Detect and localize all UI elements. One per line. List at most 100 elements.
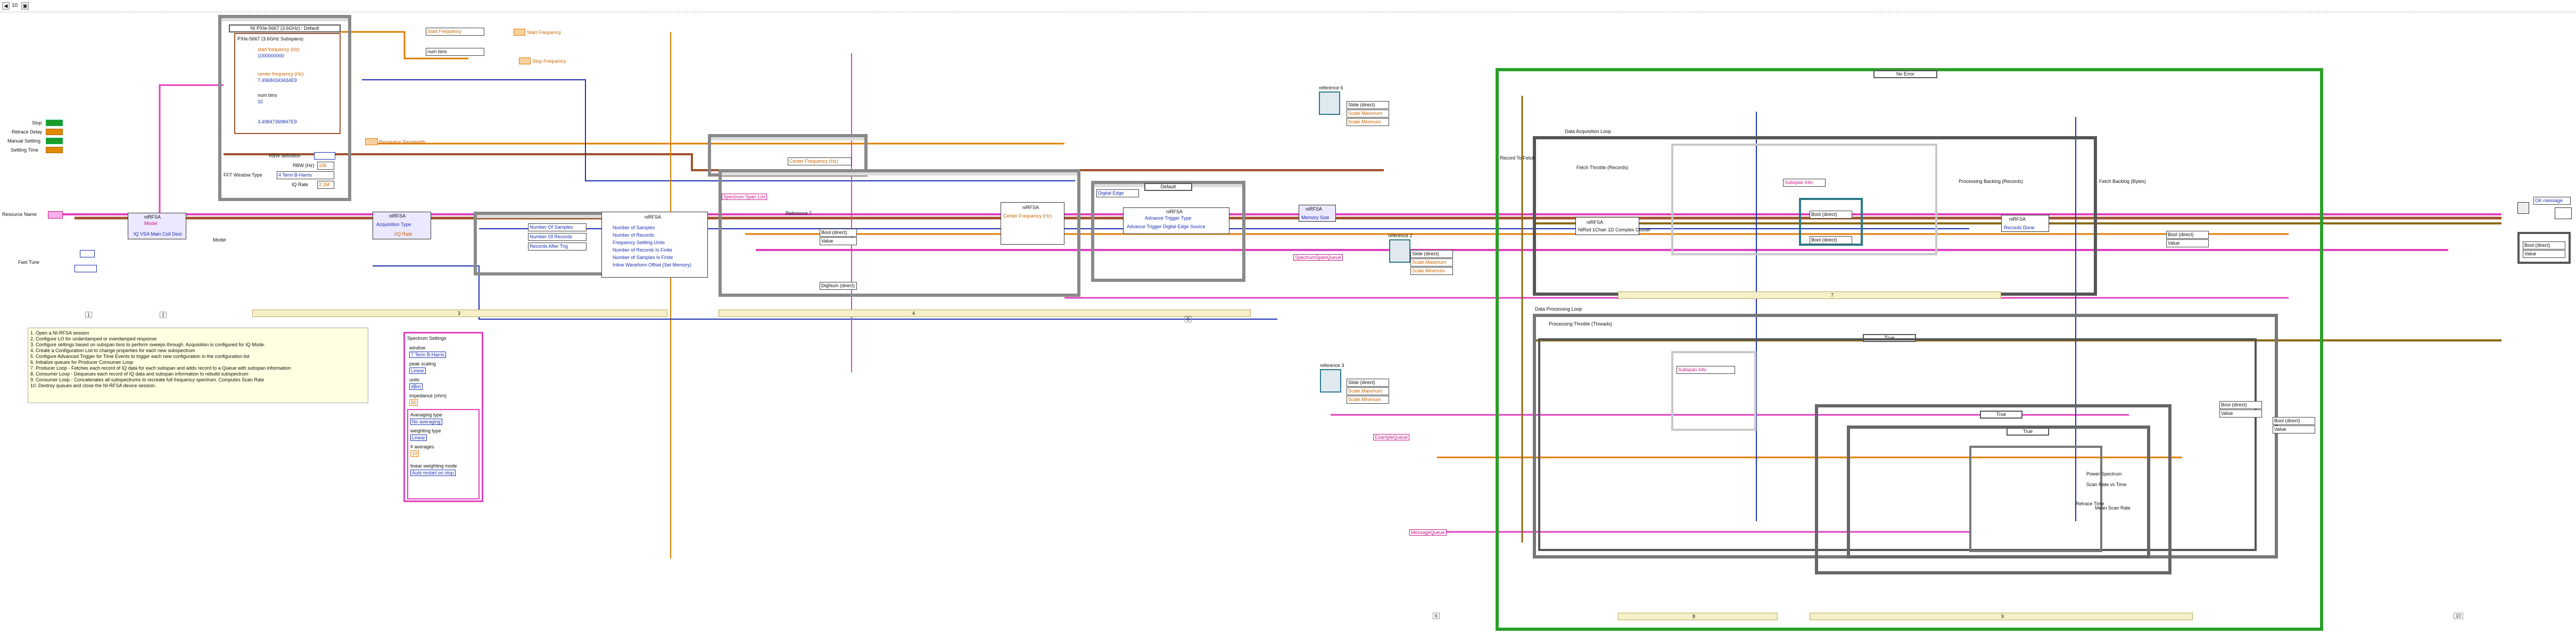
records-done-vi[interactable]: niRFSA Records Done bbox=[2001, 215, 2049, 232]
acquisition-vi[interactable]: niRFSA Acquisition Type I/Q Rate bbox=[373, 212, 431, 239]
slide-direct-2: Slide (direct) bbox=[1410, 250, 1453, 258]
mean-scan-rate-label: Mean Scan Rate bbox=[2095, 505, 2131, 511]
property-row-3: 7.49684343434E9 bbox=[258, 78, 297, 83]
frame-num-8: 8 bbox=[1692, 614, 1696, 619]
spectrum-settings-title: Spectrum Settings bbox=[407, 336, 447, 341]
bool-direct-right: Bool (direct) bbox=[2166, 231, 2209, 239]
power-spectrum-label: Power Spectrum bbox=[2086, 471, 2122, 477]
rbw-definition-control[interactable] bbox=[314, 152, 335, 160]
property-row-6: 3.49847369847E9 bbox=[258, 119, 297, 124]
advance-trigger-type: Advance Trigger Type bbox=[1145, 215, 1192, 221]
scale-min-3: Scale.Minimum bbox=[1347, 396, 1389, 404]
reference-6-label: reference 6 bbox=[1319, 85, 1343, 90]
reference-3-control[interactable] bbox=[1320, 369, 1341, 393]
ss-row-11[interactable]: Linear bbox=[410, 435, 427, 441]
message-queue[interactable]: MessageQueue bbox=[1409, 529, 1447, 536]
advance-trigger-vi-title: niRFSA bbox=[1166, 209, 1183, 214]
ss-row-2: peak scaling bbox=[409, 361, 436, 366]
note-2: 2. Configure LO for underdamped or overd… bbox=[30, 336, 157, 341]
ss-row-3[interactable]: Linear bbox=[409, 368, 426, 374]
property-row-5: 32 bbox=[258, 99, 263, 104]
bool-direct-1: Bool (direct) bbox=[820, 229, 857, 237]
stop-bool: Bool (direct) bbox=[2523, 241, 2565, 249]
fetch-throttle-label: Fetch Throttle (Records) bbox=[1576, 165, 1629, 170]
rfsa-open-vi-label: niRFSA bbox=[144, 214, 161, 220]
samples-5: Frequency Settling Units bbox=[613, 240, 665, 245]
config-list-vi[interactable]: niRFSA Center Frequency (Hz) bbox=[1001, 202, 1064, 245]
ss-row-15[interactable]: Auto restart on stop bbox=[410, 470, 456, 476]
advance-trigger-vi[interactable]: niRFSA Advance Trigger Type Advance Trig… bbox=[1123, 207, 1229, 234]
spectrum-settings-cluster[interactable]: Spectrum Settings window 7 Term B-Harris… bbox=[403, 332, 483, 502]
ss-row-5[interactable]: dBm bbox=[409, 383, 423, 390]
note-5: 5. Configure Advanced Trigger for Time E… bbox=[30, 354, 250, 359]
scale-min-2: Scale.Minimum bbox=[1410, 267, 1453, 275]
frame-num-1: 1 bbox=[85, 312, 93, 318]
records-done-label: Records Done bbox=[2004, 225, 2035, 230]
fft-window-type-control[interactable]: 4 Term B-Harris bbox=[277, 171, 334, 179]
iq-rate-control[interactable]: 2.1M bbox=[317, 181, 334, 189]
rbw-hz-label: RBW (Hz) bbox=[293, 163, 315, 168]
samples-3: Number of Samples bbox=[613, 225, 655, 230]
ss-row-9[interactable]: No averaging bbox=[410, 419, 442, 425]
note-1: 1. Open a NI-RFSA session bbox=[30, 330, 89, 336]
trigger-case-selector[interactable]: Default bbox=[1144, 183, 1192, 191]
ss-row-4: units bbox=[409, 377, 420, 382]
resolution-bandwidth-indicator[interactable] bbox=[365, 138, 378, 145]
fetch-vi[interactable]: niRFSA NiRsd 1Chan 1D Complex Cluster bbox=[1575, 217, 1651, 235]
example-queue[interactable]: ExampleQueue bbox=[1373, 434, 1410, 440]
ss-row-1[interactable]: 7 Term B-Harris bbox=[409, 352, 446, 358]
property-node-cluster: PXIe-5667 (3.6GHz Subspans) start freque… bbox=[234, 33, 341, 134]
spectrum-span-list[interactable]: Spectrum Span List bbox=[722, 194, 767, 200]
property-node-sub: PXIe-5667 (3.6GHz Subspans) bbox=[237, 36, 304, 41]
rbw-definition-label: RBW definition bbox=[269, 153, 301, 158]
subspan-info-2: Subspan Info bbox=[1677, 366, 1735, 374]
slide-direct-3: Slide (direct) bbox=[1347, 379, 1389, 387]
spectrum-span-queue[interactable]: SpectrumSpanQueue bbox=[1293, 254, 1343, 261]
error-out-icon[interactable] bbox=[2555, 207, 2572, 219]
stop-value: Value bbox=[2523, 250, 2565, 258]
rbw-hz-control[interactable]: 10k bbox=[317, 162, 334, 170]
samples-2: Records After Trig bbox=[528, 243, 587, 251]
no-error-selector[interactable]: No Error bbox=[1873, 70, 1937, 78]
rfsa-open-vi-iq: IQ VSA Main Coll Dest bbox=[134, 231, 182, 237]
configure-samples-vi[interactable]: niRFSA Number of Samples Number of Recor… bbox=[601, 212, 708, 278]
close-session-icon[interactable] bbox=[2517, 202, 2529, 214]
property-row-0: start frequency (Hz) bbox=[258, 47, 300, 52]
notes-panel: 1. Open a NI-RFSA session 2. Configure L… bbox=[28, 328, 368, 403]
config-list-vi-title: niRFSA bbox=[1022, 205, 1039, 210]
memory-size-label: Memory Size bbox=[1301, 215, 1330, 220]
start-frequency-indicator[interactable] bbox=[514, 29, 525, 36]
resolution-bandwidth-label: Resolution Bandwidth bbox=[379, 139, 426, 145]
ss-row-7[interactable]: 50 bbox=[409, 399, 418, 406]
fetch-vi-title: niRFSA bbox=[1587, 220, 1604, 225]
samples-1: Number Of Records bbox=[528, 233, 587, 241]
slide-direct-6: Slide (direct) bbox=[1347, 101, 1389, 109]
inner-true-selector-1[interactable]: True bbox=[1980, 411, 2022, 419]
subspan-info-node: Subspan Info bbox=[1783, 179, 1826, 187]
processing-throttle-label: Processing Throttle (Threads) bbox=[1549, 321, 1612, 327]
memory-size-vi[interactable]: niRFSA Memory Size bbox=[1299, 205, 1336, 222]
configure-samples-title: niRFSA bbox=[645, 214, 662, 220]
digital-edge-node[interactable]: Digital Edge bbox=[1096, 189, 1139, 197]
property-node-title[interactable]: NI PXIe-5667 (3.6GHz) : Default bbox=[229, 24, 341, 32]
processing-backlog-label: Processing Backlog (Records) bbox=[1959, 179, 2024, 184]
frame-num-9: 9 bbox=[2001, 614, 2004, 619]
ok-message-node[interactable]: OK message bbox=[2533, 197, 2571, 205]
bool-direct-daq-2: Bool (direct) bbox=[1810, 236, 1852, 244]
acquisition-vi-type: Acquisition Type bbox=[376, 222, 411, 227]
stop-frequency-indicator[interactable] bbox=[519, 57, 531, 64]
reference-2-control[interactable] bbox=[1389, 239, 1410, 263]
ss-row-13[interactable]: 10 bbox=[410, 451, 419, 457]
inner-true-selector-2[interactable]: True bbox=[2007, 428, 2049, 436]
daq-frame-band bbox=[1618, 291, 2001, 299]
reference-7-label: Reference 7 bbox=[786, 211, 812, 216]
averaging-cluster: Averaging type No averaging weighting ty… bbox=[407, 409, 480, 499]
rfsa-open-vi[interactable]: niRFSA Model IQ VSA Main Coll Dest bbox=[128, 213, 186, 239]
reference-3-label: reference 3 bbox=[1320, 363, 1344, 368]
model-label: Model bbox=[213, 237, 226, 243]
frame-num-2: 2 bbox=[160, 312, 167, 318]
ss-row-8: Averaging type bbox=[410, 412, 442, 418]
record-to-fetch-label: Record To Fetch bbox=[1500, 155, 1535, 161]
reference-6-control[interactable] bbox=[1319, 91, 1340, 115]
note-3: 3. Configure settings based on subspan b… bbox=[30, 342, 266, 347]
